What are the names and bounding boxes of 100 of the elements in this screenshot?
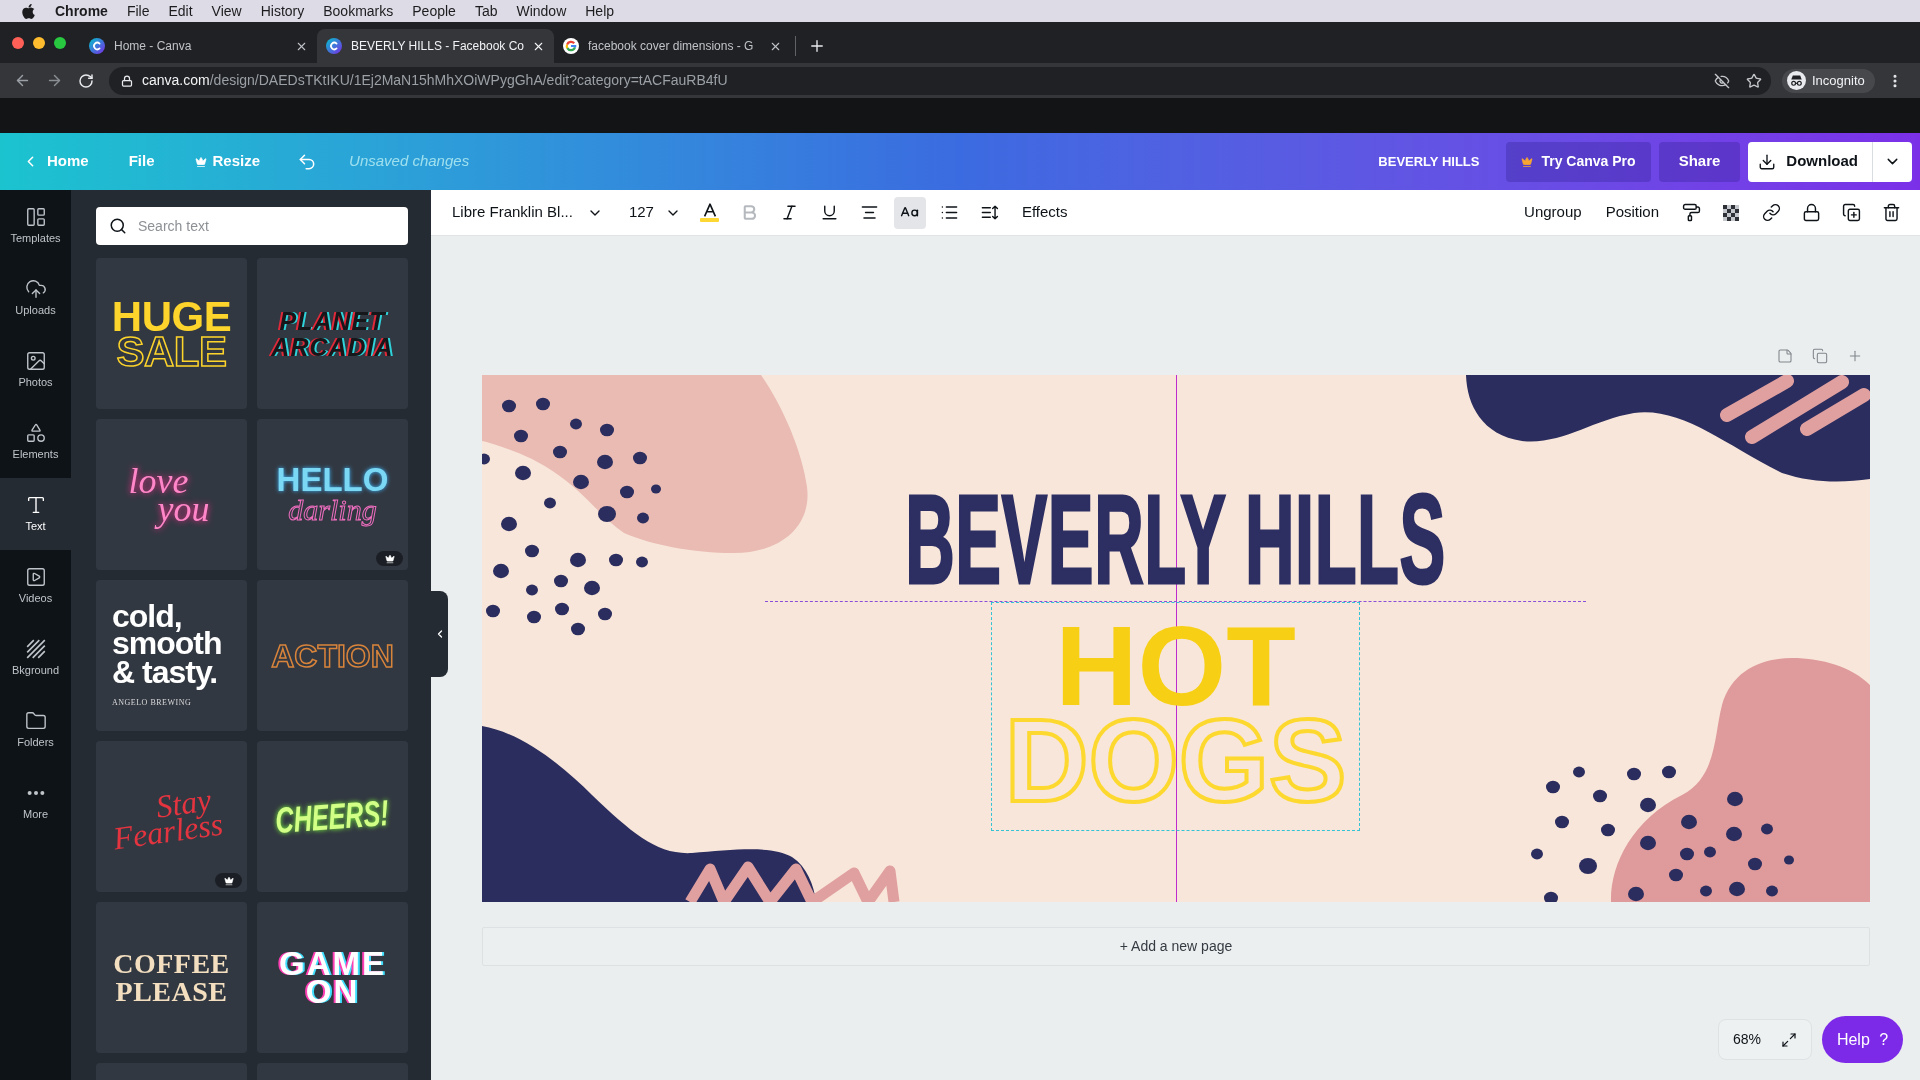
dot-shape	[597, 454, 613, 470]
favicon-icon	[326, 38, 342, 54]
font-size-dropdown[interactable]: 127	[620, 196, 689, 229]
help-button[interactable]: Help ?	[1822, 1016, 1903, 1063]
sidebar-tab[interactable]: Photos	[0, 334, 71, 406]
dot-shape	[1579, 857, 1597, 875]
dot-shape	[526, 584, 538, 596]
link-icon	[1761, 203, 1781, 222]
expand-icon[interactable]	[1781, 1031, 1798, 1048]
dot-shape	[651, 484, 661, 494]
design-title[interactable]: BEVERLY HILLS	[1378, 151, 1480, 172]
dot-shape	[527, 610, 541, 624]
template-text: ON	[305, 977, 360, 1006]
dot-shape	[1662, 765, 1676, 779]
sidebar-tab[interactable]: More	[0, 766, 71, 838]
minimize-window-button[interactable]	[33, 36, 45, 49]
dot-shape	[1680, 847, 1694, 861]
template-text: ACTION	[271, 639, 394, 672]
app-menu[interactable]: Chrome	[55, 0, 108, 22]
template-text: HELLO	[276, 464, 389, 495]
copy-icon[interactable]	[1812, 348, 1828, 364]
zoom-window-button[interactable]	[54, 36, 66, 49]
close-window-button[interactable]	[12, 36, 24, 49]
dot-shape	[584, 580, 600, 596]
dot-shape	[1761, 823, 1773, 835]
add-page-button[interactable]: + Add a new page	[482, 927, 1870, 966]
ungroup-button[interactable]: Ungroup	[1516, 196, 1590, 229]
text-template-card[interactable]: HELLO darling	[257, 419, 408, 570]
favicon-icon	[563, 38, 579, 54]
incognito-icon	[1787, 71, 1806, 90]
dot-shape	[544, 497, 556, 509]
position-button[interactable]: Position	[1597, 196, 1667, 229]
sidebar-tab[interactable]: Templates	[0, 190, 71, 262]
dot-shape	[1704, 846, 1716, 858]
letter-case-button[interactable]	[893, 196, 926, 229]
dot-shape	[636, 556, 648, 568]
menu-item[interactable]: Tab	[474, 0, 498, 22]
dot-shape	[1640, 797, 1656, 813]
dot-shape	[1640, 835, 1656, 851]
menu-item[interactable]: File	[126, 0, 150, 22]
sidebar-tab[interactable]: Text	[0, 478, 71, 550]
dot-shape	[1628, 886, 1644, 902]
font-dropdown[interactable]: Libre Franklin Bl...	[444, 196, 611, 229]
stripes-icon	[24, 638, 47, 660]
star-icon[interactable]	[1746, 72, 1762, 89]
text-template-card[interactable]: CHEERS!	[257, 741, 408, 892]
template-text: PLEASE	[115, 977, 228, 1006]
text-template-card[interactable]: cold, smooth & tasty. ANGELO BREWING	[96, 580, 247, 731]
template-text: ANGELO BREWING	[112, 698, 192, 708]
play-icon	[24, 566, 47, 588]
collapse-panel-handle[interactable]	[431, 591, 448, 677]
dot-shape	[1729, 881, 1745, 897]
plus-icon	[808, 37, 826, 55]
text-template-card[interactable]: ACTION	[257, 580, 408, 731]
menu-item[interactable]: Bookmarks	[323, 0, 394, 22]
dot-shape	[1766, 885, 1778, 897]
dot-shape	[1573, 766, 1585, 778]
menu-item[interactable]: People	[412, 0, 456, 22]
dot-shape	[525, 544, 539, 558]
template-text: cold,	[112, 603, 182, 630]
template-text: ARCADIA	[270, 333, 395, 360]
eye-off-icon[interactable]	[1714, 72, 1730, 89]
sidebar-tab[interactable]: Elements	[0, 406, 71, 478]
menu-item[interactable]: Window	[516, 0, 567, 22]
share-button[interactable]: Share	[1658, 141, 1741, 182]
note-icon[interactable]	[1777, 348, 1793, 364]
menu-item[interactable]: Help	[585, 0, 615, 22]
template-text: CHEERS!	[273, 792, 392, 841]
effects-button[interactable]: Effects	[1013, 196, 1076, 229]
sidebar-tab[interactable]: Folders	[0, 694, 71, 766]
text-template-card[interactable]: HUGE SALE	[96, 258, 247, 409]
zoom-control[interactable]: 68%	[1718, 1019, 1812, 1060]
dot-shape	[1601, 823, 1615, 837]
apple-icon[interactable]	[21, 2, 36, 20]
template-text: darling	[287, 494, 378, 525]
sidebar-tab[interactable]: Uploads	[0, 262, 71, 334]
menu-item[interactable]: History	[260, 0, 305, 22]
menu-item[interactable]: View	[211, 0, 242, 22]
tab-title: facebook cover dimensions - G	[588, 38, 754, 55]
browser-tab[interactable]: BEVERLY HILLS - Facebook Co	[317, 29, 554, 63]
lock-icon	[1801, 203, 1821, 222]
browser-tab[interactable]: Home - Canva	[80, 29, 317, 63]
dot-shape	[620, 485, 634, 499]
dot-shape	[515, 465, 531, 481]
profile-button[interactable]: Incognito	[1782, 68, 1875, 93]
sidebar-tab[interactable]: Bkground	[0, 622, 71, 694]
search-field[interactable]: Search text	[96, 207, 408, 245]
more-icon	[25, 790, 46, 796]
dot-shape	[514, 429, 528, 443]
dot-shape	[570, 418, 582, 430]
browser-tab[interactable]: facebook cover dimensions - G	[554, 29, 791, 63]
dot-shape	[600, 423, 614, 437]
sidebar-tab[interactable]: Videos	[0, 550, 71, 622]
address-bar[interactable]: canva.com/design/DAEDsTKtIKU/1Ej2MaN15hMhXOiWPygGhA/edit?category=tACFauRB4fU	[109, 66, 1771, 95]
dot-shape	[598, 505, 616, 523]
text-template-card[interactable]: COFFEE PLEASE	[96, 902, 247, 1053]
text-template-card[interactable]: GAME ON	[257, 902, 408, 1053]
menu-item[interactable]: Edit	[168, 0, 193, 22]
try-pro-button[interactable]: Try Canva Pro	[1506, 141, 1651, 182]
dot-shape	[1531, 848, 1543, 860]
